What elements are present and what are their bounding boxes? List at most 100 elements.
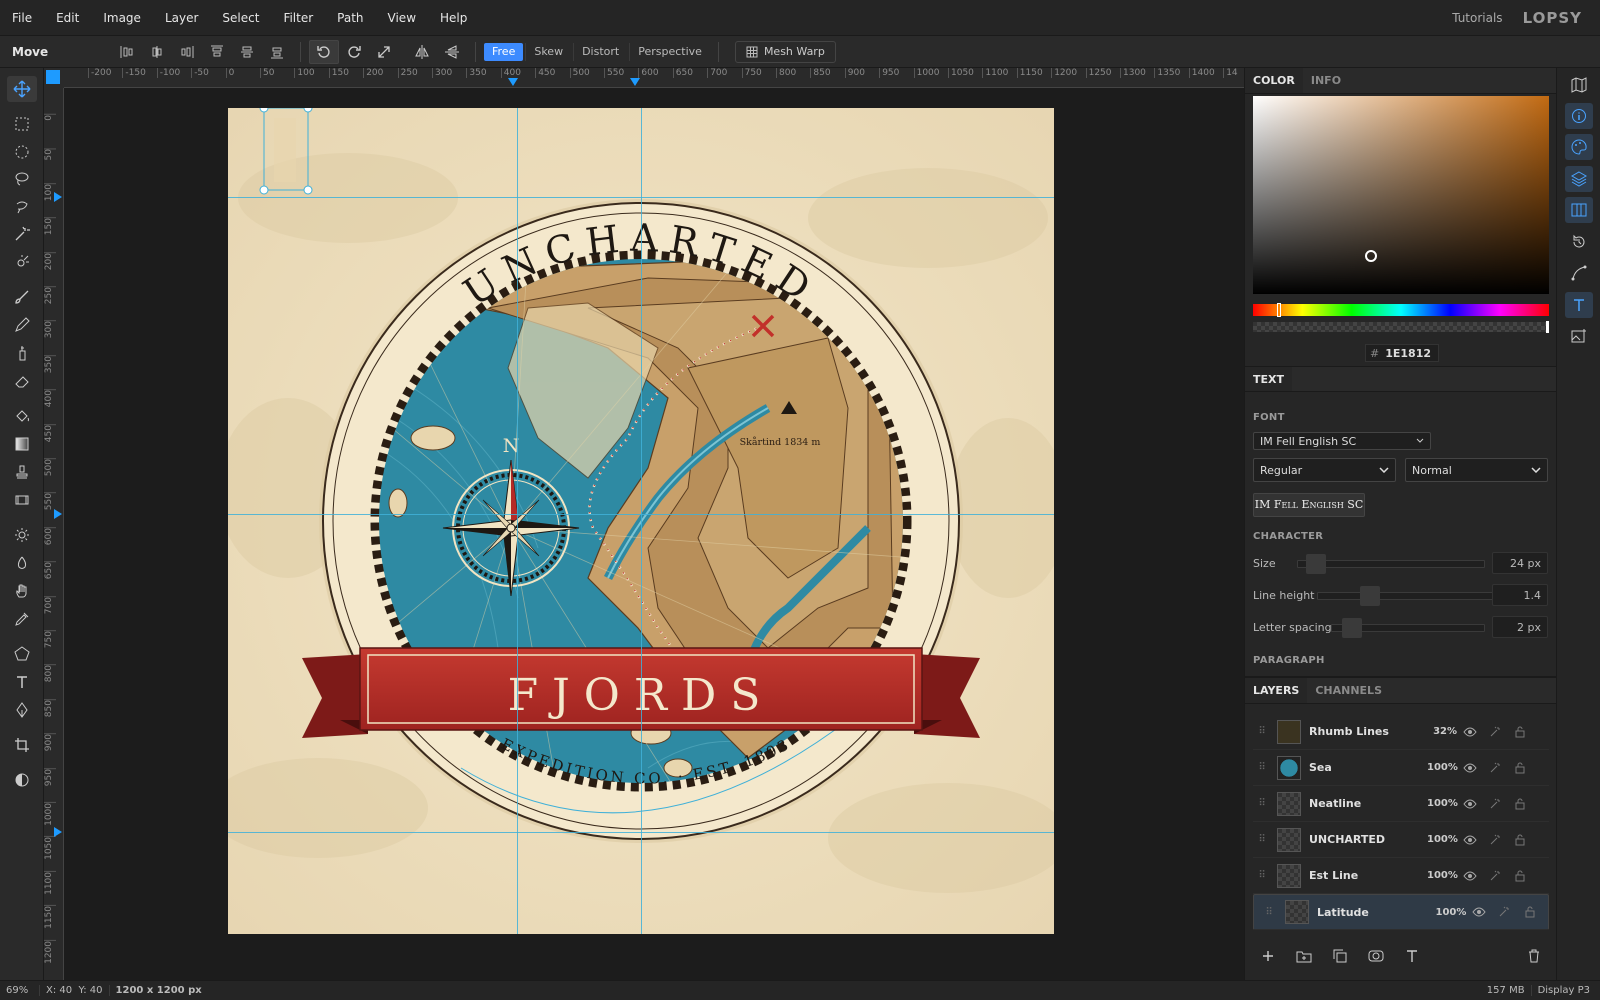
lasso-icon[interactable] [7,166,37,192]
lock-icon[interactable] [1507,870,1532,882]
eraser-icon[interactable] [7,368,37,394]
effects-icon[interactable] [1482,870,1507,882]
contrast-icon[interactable] [7,767,37,793]
spray-icon[interactable] [7,340,37,366]
canvas-workspace[interactable]: Skårtind 1834 m N UNCHARTED EXPEDITION O… [64,88,1244,980]
lock-icon[interactable] [1507,762,1532,774]
letter-spacing-slider-knob[interactable] [1342,618,1362,638]
tab-channels[interactable]: CHANNELS [1307,678,1390,703]
eye-icon[interactable] [1457,727,1482,737]
flip-vertical-icon[interactable] [437,40,467,64]
align-middle-icon[interactable] [232,40,262,64]
mask-icon[interactable] [1361,944,1391,968]
horizontal-ruler[interactable]: -200 -150 -100 -50 0 50 100 150 200 250 300 350 400 4… [64,68,1244,88]
effects-icon[interactable] [1482,798,1507,810]
type-panel-icon[interactable] [1565,292,1593,318]
info-icon[interactable] [1565,103,1593,129]
hue-slider[interactable] [1253,303,1549,317]
effects-icon[interactable] [1482,762,1507,774]
tab-layers[interactable]: LAYERS [1245,678,1308,703]
duplicate-icon[interactable] [1325,944,1355,968]
color-picker-cursor[interactable] [1365,250,1377,262]
eye-icon[interactable] [1457,835,1482,845]
columns-icon[interactable] [1565,197,1593,223]
vertical-ruler[interactable]: 0 50 100 150 200 250 300 350 400 450 500 550 600 650 7… [44,88,64,980]
lock-icon[interactable] [1507,834,1532,846]
dodge-icon[interactable] [7,522,37,548]
effects-icon[interactable] [1482,726,1507,738]
alpha-slider[interactable] [1253,321,1549,333]
rotate-ccw-icon[interactable] [309,39,339,64]
letter-spacing-input[interactable]: 2 px [1492,616,1548,638]
brush-icon[interactable] [7,284,37,310]
mode-perspective[interactable]: Perspective [629,42,710,61]
font-variant-select[interactable]: Normal [1405,458,1548,482]
line-height-slider-knob[interactable] [1360,586,1380,606]
tab-color[interactable]: COLOR [1245,68,1303,93]
eye-icon[interactable] [1457,763,1482,773]
guide-vertical[interactable] [641,108,642,934]
blur-drop-icon[interactable] [7,550,37,576]
guide-marker[interactable] [508,78,518,86]
guide-marker[interactable] [54,509,62,519]
alpha-slider-knob[interactable] [1546,321,1549,333]
drag-handle-icon[interactable]: ⠿ [1260,907,1278,918]
hand-icon[interactable] [7,578,37,604]
film-icon[interactable] [7,487,37,513]
tutorials-link[interactable]: Tutorials [1452,0,1502,36]
hex-input[interactable]: # 1E1812 [1365,344,1439,362]
stamp-icon[interactable] [7,459,37,485]
menu-filter[interactable]: Filter [271,0,325,36]
drag-handle-icon[interactable]: ⠿ [1253,726,1271,737]
menu-path[interactable]: Path [325,0,375,36]
paths-icon[interactable] [1565,260,1593,286]
drag-handle-icon[interactable]: ⠿ [1253,870,1271,881]
font-family-select[interactable]: IM Fell English SC [1253,432,1431,450]
menu-help[interactable]: Help [428,0,479,36]
text-tool-icon[interactable] [7,669,37,695]
rect-select-icon[interactable] [7,111,37,137]
history-icon[interactable] [1565,229,1593,255]
menu-view[interactable]: View [376,0,428,36]
drag-handle-icon[interactable]: ⠿ [1253,834,1271,845]
layer-row[interactable]: ⠿ Sea 100% [1253,750,1549,786]
menu-image[interactable]: Image [91,0,153,36]
color-picker-field[interactable] [1253,96,1549,294]
menu-select[interactable]: Select [210,0,271,36]
palette-icon[interactable] [1565,134,1593,160]
tab-info[interactable]: INFO [1303,68,1349,93]
mode-free[interactable]: Free [484,42,524,61]
align-center-h-icon[interactable] [142,40,172,64]
magnetic-lasso-icon[interactable] [7,194,37,220]
zoom-level[interactable]: 69% [0,985,40,996]
layer-row[interactable]: ⠿ Rhumb Lines 32% [1253,714,1549,750]
drag-handle-icon[interactable]: ⠿ [1253,762,1271,773]
menu-layer[interactable]: Layer [153,0,210,36]
mode-skew[interactable]: Skew [525,42,571,61]
guide-marker[interactable] [54,827,62,837]
drag-handle-icon[interactable]: ⠿ [1253,798,1271,809]
map-icon[interactable] [1565,72,1593,98]
gradient-icon[interactable] [7,431,37,457]
new-group-icon[interactable] [1289,944,1319,968]
hue-slider-knob[interactable] [1277,303,1281,317]
pen-tool-icon[interactable] [7,697,37,723]
layer-row[interactable]: ⠿ Neatline 100% [1253,786,1549,822]
font-style-select[interactable]: Regular [1253,458,1396,482]
mesh-warp-button[interactable]: Mesh Warp [734,40,836,63]
scale-icon[interactable] [369,40,399,64]
magic-wand-icon[interactable] [7,221,37,247]
lock-icon[interactable] [1517,906,1542,918]
move-tool-icon[interactable] [7,76,37,102]
guide-vertical[interactable] [517,108,518,934]
ellipse-select-icon[interactable] [7,139,37,165]
layer-row[interactable]: ⠿ UNCHARTED 100% [1253,822,1549,858]
rotate-cw-icon[interactable] [339,40,369,64]
tab-text[interactable]: TEXT [1245,367,1293,391]
size-slider[interactable] [1297,554,1485,574]
paint-bucket-icon[interactable] [7,403,37,429]
lock-icon[interactable] [1507,798,1532,810]
flip-horizontal-icon[interactable] [407,40,437,64]
effects-icon[interactable] [1482,834,1507,846]
letter-spacing-slider[interactable] [1331,618,1485,638]
